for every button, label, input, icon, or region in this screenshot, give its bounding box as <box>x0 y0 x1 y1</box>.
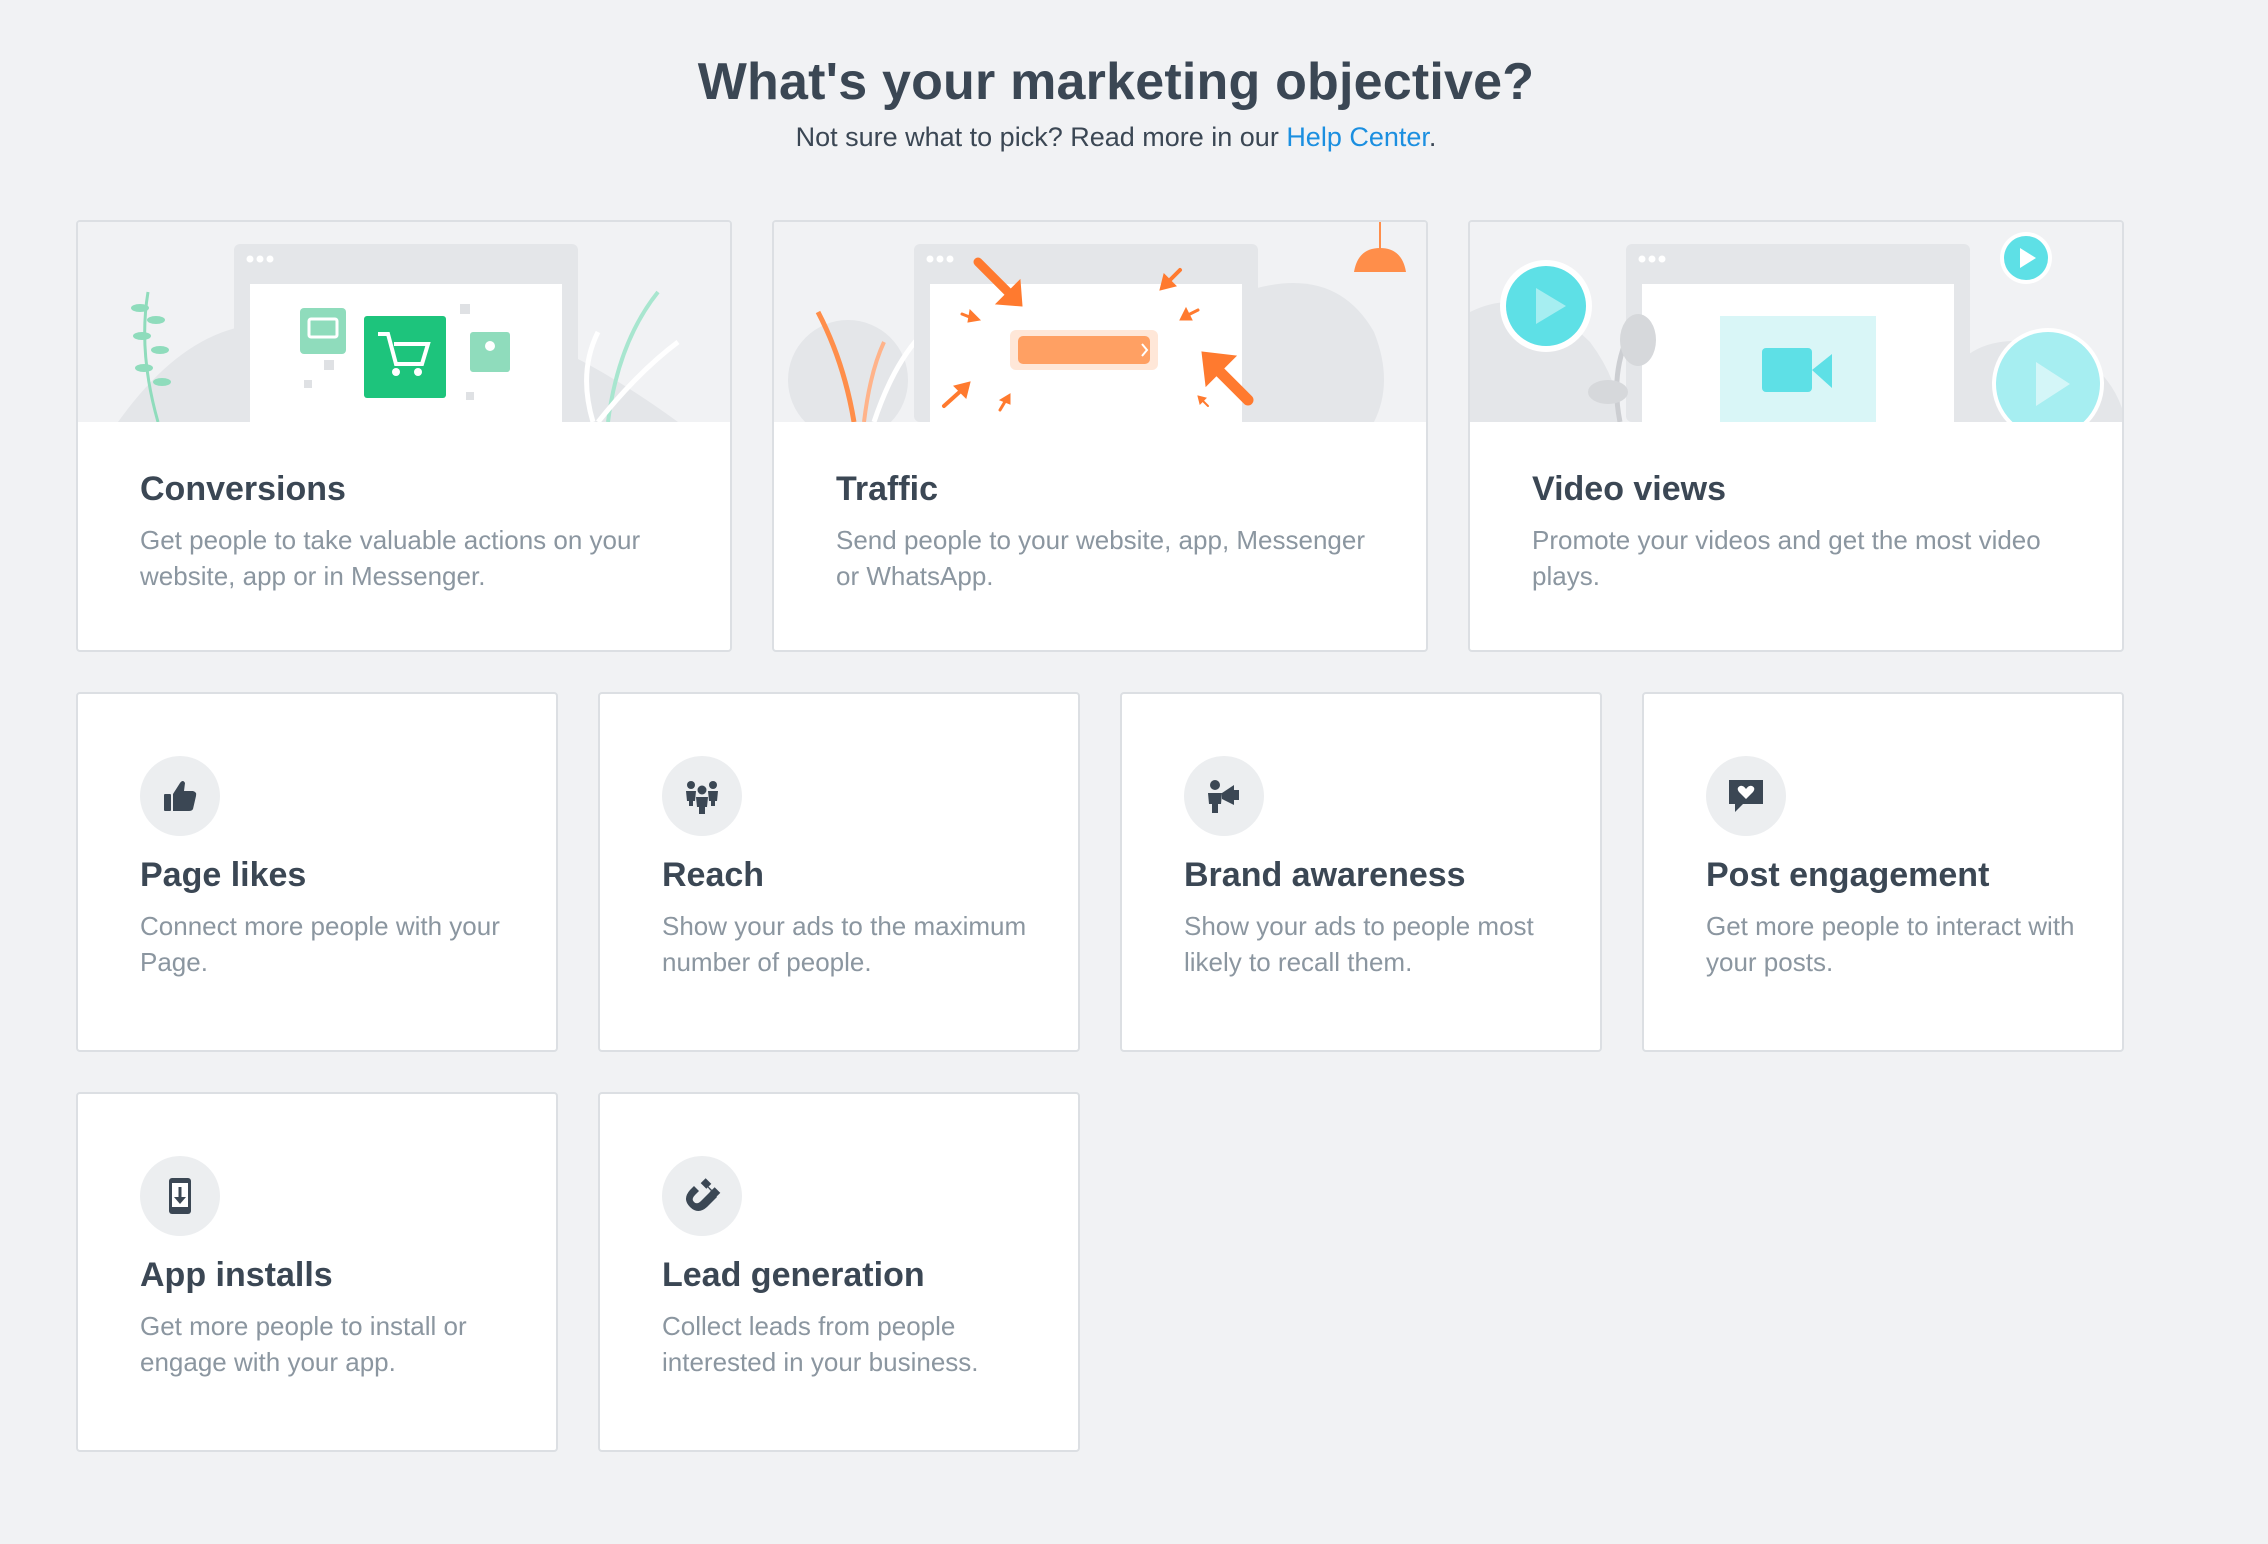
card-description: Send people to your website, app, Messen… <box>836 525 1366 591</box>
card-description: Collect leads from people interested in … <box>662 1311 979 1377</box>
card-description: Show your ads to people most likely to r… <box>1184 911 1534 977</box>
subtitle-period: . <box>1428 122 1437 152</box>
card-title: App installs <box>140 1256 333 1294</box>
person-megaphone-icon <box>1184 756 1264 836</box>
phone-download-icon <box>140 1156 220 1236</box>
card-title: Page likes <box>140 856 307 894</box>
card-description: Get more people to install or engage wit… <box>140 1311 467 1377</box>
video-play-illustration <box>1470 222 2122 422</box>
card-description: Get people to take valuable actions on y… <box>140 525 641 591</box>
objective-card-brand-awareness[interactable]: Brand awareness Show your ads to people … <box>1120 692 1602 1052</box>
card-title: Reach <box>662 856 765 894</box>
card-description: Promote your videos and get the most vid… <box>1532 525 2041 591</box>
card-description: Connect more people with your Page. <box>140 911 500 977</box>
people-group-icon <box>662 756 742 836</box>
objective-card-lead-generation[interactable]: Lead generation Collect leads from peopl… <box>598 1092 1080 1452</box>
card-title: Video views <box>1532 470 1727 508</box>
arrows-to-button-illustration <box>774 222 1426 422</box>
shopping-cart-illustration <box>78 222 730 422</box>
subtitle-text: Not sure what to pick? Read more in our <box>795 122 1287 152</box>
objective-card-traffic[interactable]: Traffic Send people to your website, app… <box>772 220 1428 652</box>
objective-card-conversions[interactable]: Conversions Get people to take valuable … <box>76 220 732 652</box>
card-title: Traffic <box>836 470 939 508</box>
card-description: Show your ads to the maximum number of p… <box>662 911 1027 977</box>
objective-card-post-engagement[interactable]: Post engagement Get more people to inter… <box>1642 692 2124 1052</box>
page-title: What's your marketing objective? <box>697 53 1535 111</box>
magnet-icon <box>662 1156 742 1236</box>
card-title: Post engagement <box>1706 856 1990 894</box>
help-center-link[interactable]: Help Center <box>1286 122 1429 152</box>
card-title: Conversions <box>140 470 346 508</box>
objective-card-app-installs[interactable]: App installs Get more people to install … <box>76 1092 558 1452</box>
objective-card-page-likes[interactable]: Page likes Connect more people with your… <box>76 692 558 1052</box>
objective-card-video-views[interactable]: Video views Promote your videos and get … <box>1468 220 2124 652</box>
card-title: Brand awareness <box>1184 856 1466 894</box>
page-subtitle: Not sure what to pick? Read more in our … <box>0 122 2232 153</box>
card-title: Lead generation <box>662 1256 925 1294</box>
heart-speech-bubble-icon <box>1706 756 1786 836</box>
objective-card-reach[interactable]: Reach Show your ads to the maximum numbe… <box>598 692 1080 1052</box>
thumbs-up-icon <box>140 756 220 836</box>
card-description: Get more people to interact with your po… <box>1706 911 2075 977</box>
